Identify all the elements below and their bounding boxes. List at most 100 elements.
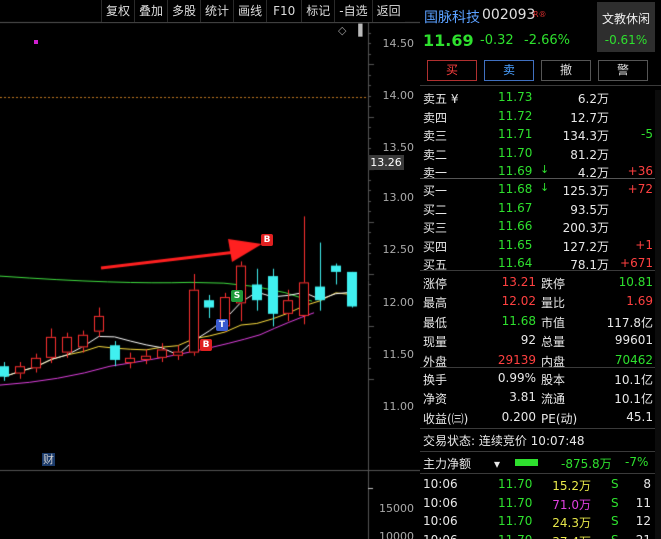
f10-button[interactable]: F10	[266, 0, 302, 22]
tick-volume: 37.4万	[552, 533, 591, 539]
main-flow-value: -875.8万	[561, 457, 612, 471]
stock-app: 复权 叠加 多股 统计 画线 F10 标记 -自选 返回 ◇ ▐ 14.50 1…	[0, 0, 661, 539]
ask-row[interactable]: 卖二 11.70 81.2万	[420, 144, 661, 163]
main-flow-row[interactable]: 主力净额 ▾ -875.8万 -7%	[420, 453, 661, 472]
flow-bar	[515, 459, 538, 466]
stat-value: 29139	[497, 352, 536, 367]
scroll-rail[interactable]	[655, 90, 661, 539]
ask-price: 11.69	[498, 164, 533, 179]
sell-button[interactable]: 卖	[484, 60, 534, 81]
cancel-button[interactable]: 撤	[541, 60, 591, 81]
tick-side: S	[611, 477, 619, 491]
overlay-button[interactable]: 叠加	[134, 0, 168, 22]
bid-volume: 127.2万	[562, 239, 609, 254]
sell-marker[interactable]: S	[231, 290, 243, 302]
bid-volume: 93.5万	[570, 202, 609, 217]
buy-marker-high[interactable]: B	[261, 234, 273, 246]
tick-side: S	[611, 495, 619, 510]
tick-count: 8	[643, 477, 651, 491]
stat2-label: PE(动)	[541, 411, 578, 426]
ask-row[interactable]: 卖五 ¥ 11.73 6.2万	[420, 88, 661, 107]
bid-row[interactable]: 买二 11.67 93.5万	[420, 199, 661, 218]
kline-chart[interactable]: 复权 叠加 多股 统计 画线 F10 标记 -自选 返回 ◇ ▐ 14.50 1…	[0, 0, 420, 539]
tick-count: 12	[635, 514, 651, 528]
stock-name: 国脉科技	[424, 10, 480, 26]
bid-change: +1	[635, 237, 653, 252]
back-button[interactable]: 返回	[371, 0, 405, 22]
bid-label: 买三	[423, 221, 448, 236]
down-arrow-icon: ↓	[540, 163, 550, 177]
ask-volume: 6.2万	[577, 92, 609, 106]
stat2-label: 股本	[541, 373, 566, 387]
trade-state-row: 交易状态: 连续竞价 10:07:48	[420, 430, 661, 449]
buy-button[interactable]: 买	[427, 60, 477, 81]
multi-stock-button[interactable]: 多股	[167, 0, 201, 22]
price-label: 12.50	[382, 243, 415, 256]
ask-label: 卖二	[423, 147, 448, 162]
stat-label: 最高	[423, 296, 448, 311]
tick-time: 10:06	[423, 514, 458, 528]
bid-row[interactable]: 买四 11.65 127.2万 +1	[420, 236, 661, 255]
price-label: 12.00	[382, 296, 415, 309]
chevron-down-icon[interactable]: ▾	[494, 457, 500, 471]
panel-toggle-icon[interactable]: ▐	[354, 24, 362, 37]
last-price: 11.69	[423, 31, 474, 50]
down-arrow-icon: ↓	[540, 181, 550, 194]
chart-toolbar: 复权 叠加 多股 统计 画线 F10 标记 -自选 返回	[101, 0, 405, 22]
stat-label: 量比	[541, 296, 566, 311]
stat2-row: 净资 3.81 流通 10.1亿	[420, 388, 661, 407]
bid-row[interactable]: 买一 11.68 125.3万 +72 ↓	[420, 180, 661, 199]
t-marker[interactable]: T	[216, 319, 228, 331]
stat2-label: 收益(㈢)	[423, 411, 469, 426]
stat-row: 最高 12.02 量比 1.69	[420, 292, 661, 311]
stat2-row: 收益(㈢) 0.200 PE(动) 45.1	[420, 408, 661, 427]
current-price-tag: 13.26	[368, 155, 404, 170]
kline-canvas[interactable]	[0, 0, 420, 539]
stat-value: 99601	[614, 333, 653, 348]
stat2-value: 3.81	[509, 390, 536, 405]
bid-label: 买一	[423, 184, 448, 198]
bid-change: +671	[620, 256, 653, 271]
bid-price: 11.68	[498, 182, 533, 196]
ask-row[interactable]: 卖四 11.72 12.7万	[420, 107, 661, 126]
alert-button[interactable]: 警	[598, 60, 648, 81]
stat2-value: 10.1亿	[614, 373, 653, 387]
ask-label: 卖四	[423, 110, 448, 125]
tick-time: 10:06	[423, 533, 458, 539]
diamond-icon[interactable]: ◇	[338, 24, 346, 37]
price-change: -0.32	[480, 33, 514, 48]
restore-rights-button[interactable]: 复权	[101, 0, 135, 22]
tick-side: S	[611, 533, 619, 539]
mark-button[interactable]: 标记	[301, 0, 335, 22]
tick-row: 10:06 11.70 24.3万 S 12	[420, 512, 661, 531]
ask-price: 11.73	[498, 90, 533, 104]
bid-volume: 200.3万	[562, 221, 609, 236]
tick-count: 11	[635, 495, 651, 510]
price-label: 11.50	[382, 348, 415, 361]
stat-label: 总量	[541, 335, 566, 350]
stat-row: 现量 92 总量 99601	[420, 331, 661, 350]
trade-state: 交易状态: 连续竞价 10:07:48	[423, 434, 585, 448]
financial-report-marker[interactable]: 财	[42, 453, 55, 466]
bid-price: 11.66	[498, 219, 533, 234]
bid-price: 11.67	[498, 200, 533, 215]
tick-price: 11.70	[498, 533, 532, 539]
ask-volume: 81.2万	[570, 147, 609, 162]
statistics-button[interactable]: 统计	[200, 0, 234, 22]
bid-volume: 125.3万	[562, 184, 609, 198]
buy-marker-low[interactable]: B	[200, 339, 212, 351]
stat-row: 最低 11.68 市值 117.8亿	[420, 312, 661, 331]
stat2-value: 10.1亿	[614, 392, 653, 407]
ask-price: 11.70	[498, 145, 533, 160]
bid-row[interactable]: 买三 11.66 200.3万	[420, 217, 661, 236]
remove-watchlist-button[interactable]: -自选	[334, 0, 372, 22]
tick-volume: 15.2万	[552, 479, 591, 493]
bid-label: 买四	[423, 239, 448, 254]
stat-label: 市值	[541, 315, 566, 330]
tick-price: 11.70	[498, 477, 533, 491]
stat-label: 跌停	[541, 277, 566, 291]
draw-line-button[interactable]: 画线	[233, 0, 267, 22]
ask-row[interactable]: 卖三 11.71 134.3万 -5	[420, 125, 661, 144]
ask-label: 卖三	[423, 129, 448, 144]
stat-value: 70462	[614, 352, 653, 367]
